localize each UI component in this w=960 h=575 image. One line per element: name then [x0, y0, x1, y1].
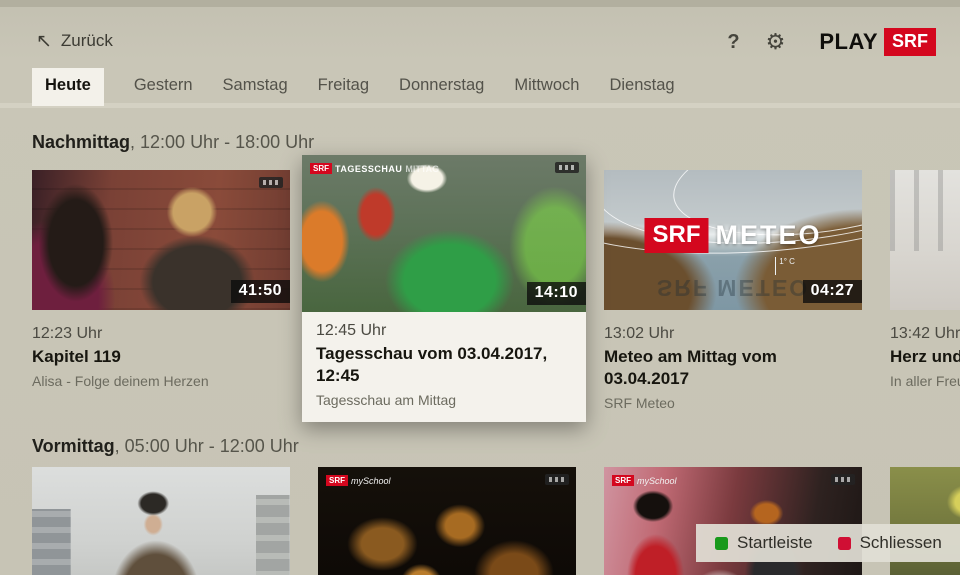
channel-bug-icon: [831, 474, 855, 485]
thumbnail-image: SRF METEO SRF METEO 1° C 04:27: [604, 170, 862, 310]
tab-mittwoch[interactable]: Mittwoch: [514, 68, 579, 106]
hint-green-key[interactable]: Startleiste: [715, 533, 813, 553]
thumbnail-image: 41:50: [32, 170, 290, 310]
card-caption: 13:42 Uhr Herz und M In aller Freun: [890, 310, 960, 389]
title-label: Meteo am Mittag vom 03.04.2017: [604, 347, 777, 389]
logo-main-text: METEO: [715, 219, 822, 250]
tagesschau-logo: SRF TAGESSCHAU MITTAG: [310, 163, 439, 174]
program-card-kapitel-119[interactable]: 41:50 12:23 Uhr Kapitel 119 Alisa - Folg…: [32, 170, 290, 389]
hint-red-key[interactable]: Schliessen: [837, 533, 942, 553]
tab-dienstag[interactable]: Dienstag: [609, 68, 674, 106]
time-label: 13:02 Uhr: [604, 325, 675, 342]
duration-badge: 14:10: [526, 282, 586, 305]
title-label: Herz und M: [890, 347, 960, 366]
logo-main-text: TAGESSCHAU: [335, 163, 403, 174]
srf-logo-badge: SRF: [612, 475, 634, 486]
time-label: 12:45 Uhr: [316, 322, 387, 339]
section-title: Nachmittag: [32, 132, 131, 152]
back-label: Zurück: [60, 31, 113, 50]
back-arrow-icon: ↖: [36, 30, 52, 52]
thumbnail-image: SRF mySchool: [318, 467, 576, 575]
card-caption: 13:02 Uhr Meteo am Mittag vom 03.04.2017…: [604, 310, 862, 411]
section-header-nachmittag: Nachmittag, 12:00 Uhr - 18:00 Uhr: [32, 132, 314, 153]
card-caption: 12:23 Uhr Kapitel 119 Alisa - Folge dein…: [32, 310, 290, 389]
srf-logo-badge: SRF: [644, 217, 709, 253]
title-label: Kapitel 119: [32, 347, 121, 366]
duration-badge: 41:50: [230, 280, 290, 303]
hint-red-label: Schliessen: [859, 533, 942, 552]
brand-play-text: PLAY: [819, 29, 878, 54]
help-icon[interactable]: ?: [727, 31, 739, 54]
show-label: Alisa - Folge deinem Herzen: [32, 373, 209, 390]
thumbnail-image: [32, 467, 290, 575]
channel-bug-icon: [545, 474, 569, 485]
section-time-range: , 12:00 Uhr - 18:00 Uhr: [130, 132, 315, 152]
srf-logo-badge: SRF: [326, 475, 348, 486]
play-srf-logo[interactable]: PLAY SRF: [819, 28, 936, 56]
logo-main-text: mySchool: [637, 475, 677, 486]
card-caption: 12:45 Uhr Tagesschau vom 03.04.2017, 12:…: [302, 312, 586, 422]
back-button[interactable]: ↖ Zurück: [36, 31, 113, 51]
show-label: In aller Freun: [890, 373, 960, 390]
screen: ↖ Zurück ? ⚙ PLAY SRF Heute Gestern Sams…: [0, 0, 960, 575]
time-label: 12:23 Uhr: [32, 325, 103, 342]
tab-gestern[interactable]: Gestern: [134, 68, 193, 106]
tab-heute[interactable]: Heute: [32, 68, 104, 106]
logo-main-text: mySchool: [351, 475, 391, 486]
srf-logo-badge: SRF: [310, 163, 332, 174]
section-header-vormittag: Vormittag, 05:00 Uhr - 12:00 Uhr: [32, 436, 299, 457]
srf-meteo-logo: SRF METEO: [644, 217, 822, 253]
srf-myschool-logo: SRF mySchool: [612, 475, 677, 486]
channel-bug-icon: [259, 177, 283, 188]
program-card-street[interactable]: [32, 467, 290, 575]
show-label: SRF Meteo: [604, 395, 675, 412]
logo-sub-text: MITTAG: [405, 163, 440, 174]
srf-myschool-logo: SRF mySchool: [326, 475, 391, 486]
program-card-meteo[interactable]: SRF METEO SRF METEO 1° C 04:27 13:02 Uhr…: [604, 170, 862, 411]
channel-bug-icon: [555, 162, 579, 173]
tab-freitag[interactable]: Freitag: [318, 68, 369, 106]
hint-bar: Startleiste Schliessen: [696, 524, 960, 562]
time-label: 13:42 Uhr: [890, 325, 960, 342]
top-strip: [0, 0, 960, 7]
hint-green-label: Startleiste: [737, 533, 813, 552]
thumbnail-image: SRF TAGESSCHAU MITTAG 14:10: [302, 155, 586, 312]
show-label: Tagesschau am Mittag: [316, 392, 457, 409]
top-right-controls: ? ⚙ PLAY SRF: [727, 28, 936, 56]
duration-badge: 04:27: [802, 280, 862, 303]
green-key-icon: [715, 536, 728, 550]
section-time-range: , 05:00 Uhr - 12:00 Uhr: [114, 436, 299, 456]
title-label: Tagesschau vom 03.04.2017, 12:45: [316, 344, 548, 386]
gear-icon[interactable]: ⚙: [766, 31, 786, 53]
day-tab-bar: Heute Gestern Samstag Freitag Donnerstag…: [32, 68, 675, 106]
tab-donnerstag[interactable]: Donnerstag: [399, 68, 484, 106]
red-key-icon: [837, 536, 851, 550]
brand-srf-badge: SRF: [884, 28, 936, 56]
thumbnail-image: [890, 170, 960, 310]
temperature-label: 1° C: [775, 256, 795, 275]
program-card-ants[interactable]: SRF mySchool: [318, 467, 576, 575]
section-title: Vormittag: [32, 436, 115, 456]
program-card-herz-und-mut[interactable]: 13:42 Uhr Herz und M In aller Freun: [890, 170, 960, 389]
logo-reflection: SRF METEO: [656, 274, 810, 301]
tab-samstag[interactable]: Samstag: [223, 68, 288, 106]
program-card-tagesschau-selected[interactable]: SRF TAGESSCHAU MITTAG 14:10 12:45 Uhr Ta…: [302, 155, 586, 423]
